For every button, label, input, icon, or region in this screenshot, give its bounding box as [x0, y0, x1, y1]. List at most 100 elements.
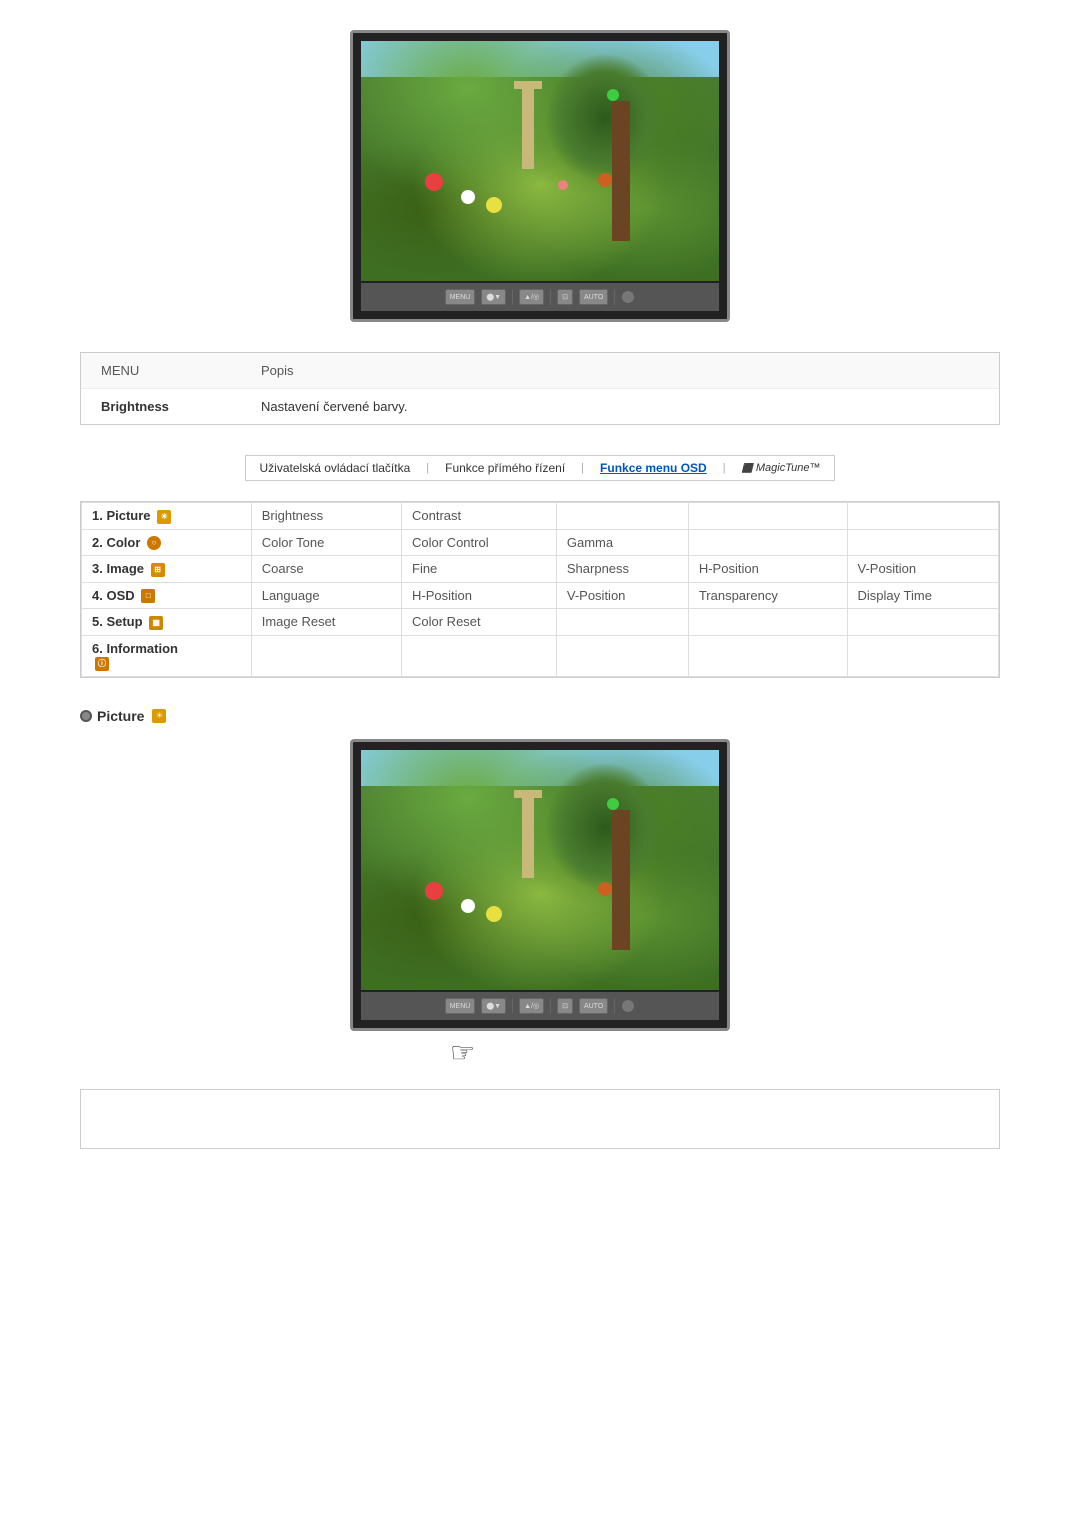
menu-icon-1: ☀: [157, 510, 171, 524]
sub-item-5-4: [688, 609, 847, 636]
sub-item-4-2: H-Position: [402, 582, 557, 609]
tab-magictune[interactable]: ⬛ MagicTune™: [728, 457, 835, 479]
monitor-buttons-1: MENU ⬤▼ ▲/◎ ⊡ AUTO: [361, 283, 719, 311]
osd-row-1: 1. Picture ☀ Brightness Contrast: [82, 503, 999, 530]
menu-item-2: 2. Color ○: [82, 529, 252, 556]
nav-tabs-bar: Uživatelská ovládací tlačítka | Funkce p…: [245, 455, 836, 481]
osd-row-6: 6. Information ⓘ: [82, 635, 999, 677]
ball-yellow: [486, 197, 502, 213]
info-table-row-brightness: Brightness Nastavení červené barvy.: [81, 389, 999, 424]
tab-osd-menu[interactable]: Funkce menu OSD: [586, 456, 721, 480]
menu-item-5-label: 5. Setup: [92, 614, 143, 629]
menu-item-1: 1. Picture ☀: [82, 503, 252, 530]
sub-item-3-5: V-Position: [847, 556, 998, 583]
radio-icon: [80, 710, 92, 722]
nav-tabs-container: Uživatelská ovládací tlačítka | Funkce p…: [80, 455, 1000, 481]
sub-item-5-3: [556, 609, 688, 636]
menu-item-4-label: 4. OSD: [92, 588, 135, 603]
menu-item-3-label: 3. Image: [92, 561, 144, 576]
monitor-frame-2: MENU ⬤▼ ▲/◎ ⊡ AUTO: [350, 739, 730, 1031]
sub-item-4-3: V-Position: [556, 582, 688, 609]
picture-label: Picture: [97, 708, 144, 724]
btn-menu[interactable]: MENU: [445, 289, 476, 305]
btn-auto[interactable]: AUTO: [579, 289, 608, 305]
btn-up[interactable]: ▲/◎: [519, 289, 544, 305]
brightness-description: Nastavení červené barvy.: [261, 399, 979, 414]
btn2-separator-3: [614, 998, 615, 1014]
ball-green: [607, 89, 619, 101]
btn2-power[interactable]: [621, 999, 635, 1013]
btn-separator-1: [512, 289, 513, 305]
picture-icon: ☀: [152, 709, 166, 723]
magictune-label: MagicTune™: [756, 462, 821, 474]
btn-separator-2: [550, 289, 551, 305]
btn2-enter[interactable]: ⊡: [557, 998, 573, 1014]
sub-item-3-1: Coarse: [251, 556, 401, 583]
sub-item-4-5: Display Time: [847, 582, 998, 609]
btn2-up[interactable]: ▲/◎: [519, 998, 544, 1014]
sub-item-6-3: [556, 635, 688, 677]
sub-item-3-4: H-Position: [688, 556, 847, 583]
sub-item-5-1: Image Reset: [251, 609, 401, 636]
btn-nav[interactable]: ⬤▼: [481, 289, 506, 305]
tab-direct-control[interactable]: Funkce přímého řízení: [431, 456, 579, 480]
sub-item-1-2: Contrast: [402, 503, 557, 530]
tree-trunk: [612, 101, 630, 241]
ball2-white: [461, 899, 475, 913]
ball2-red: [425, 882, 443, 900]
sub-item-6-4: [688, 635, 847, 677]
nav-divider-3: |: [721, 462, 728, 474]
btn-separator-3: [614, 289, 615, 305]
tree-foliage-2: [545, 762, 665, 892]
monitor-screen-1: [361, 41, 719, 281]
sub-item-2-3: Gamma: [556, 529, 688, 556]
btn2-auto[interactable]: AUTO: [579, 998, 608, 1014]
btn2-separator-1: [512, 998, 513, 1014]
menu-item-3: 3. Image ⊞: [82, 556, 252, 583]
sub-item-4-4: Transparency: [688, 582, 847, 609]
pagoda-2: [522, 798, 534, 878]
ball-white: [461, 190, 475, 204]
sub-item-5-2: Color Reset: [402, 609, 557, 636]
monitor-buttons-2: MENU ⬤▼ ▲/◎ ⊡ AUTO: [361, 992, 719, 1020]
header-popis-col: Popis: [261, 363, 979, 378]
sub-item-3-3: Sharpness: [556, 556, 688, 583]
monitor-frame-1: MENU ⬤▼ ▲/◎ ⊡ AUTO: [350, 30, 730, 322]
menu-item-5: 5. Setup ▦: [82, 609, 252, 636]
menu-item-1-label: 1. Picture: [92, 508, 151, 523]
menu-item-2-label: 2. Color: [92, 535, 140, 550]
btn-power[interactable]: [621, 290, 635, 304]
nav-divider-1: |: [424, 462, 431, 474]
btn-enter[interactable]: ⊡: [557, 289, 573, 305]
ball2-yellow: [486, 906, 502, 922]
nav-divider-2: |: [579, 462, 586, 474]
sub-item-1-5: [847, 503, 998, 530]
osd-table: 1. Picture ☀ Brightness Contrast 2. Colo…: [81, 502, 999, 677]
sub-item-1-4: [688, 503, 847, 530]
info-table-header: MENU Popis: [81, 353, 999, 389]
osd-menu-table-section: 1. Picture ☀ Brightness Contrast 2. Colo…: [80, 501, 1000, 678]
sub-item-2-1: Color Tone: [251, 529, 401, 556]
sub-item-4-1: Language: [251, 582, 401, 609]
menu-icon-2: ○: [147, 536, 161, 550]
menu-icon-6: ⓘ: [95, 657, 109, 671]
header-menu-col: MENU: [101, 363, 261, 378]
monitor-screen-2: [361, 750, 719, 990]
menu-icon-3: ⊞: [151, 563, 165, 577]
sub-item-6-5: [847, 635, 998, 677]
monitor-display-1: MENU ⬤▼ ▲/◎ ⊡ AUTO: [80, 30, 1000, 322]
pagoda-decoration: [522, 89, 534, 169]
osd-row-3: 3. Image ⊞ Coarse Fine Sharpness H-Posit…: [82, 556, 999, 583]
sub-item-2-4: [688, 529, 847, 556]
tree-foliage: [545, 53, 665, 183]
btn2-menu[interactable]: MENU: [445, 998, 476, 1014]
sub-item-1-3: [556, 503, 688, 530]
tab-user-controls[interactable]: Uživatelská ovládací tlačítka: [246, 456, 425, 480]
sub-item-5-5: [847, 609, 998, 636]
ball-pink: [558, 180, 568, 190]
btn2-nav[interactable]: ⬤▼: [481, 998, 506, 1014]
sub-item-1-1: Brightness: [251, 503, 401, 530]
sub-item-2-5: [847, 529, 998, 556]
btn2-separator-2: [550, 998, 551, 1014]
sub-item-6-1: [251, 635, 401, 677]
